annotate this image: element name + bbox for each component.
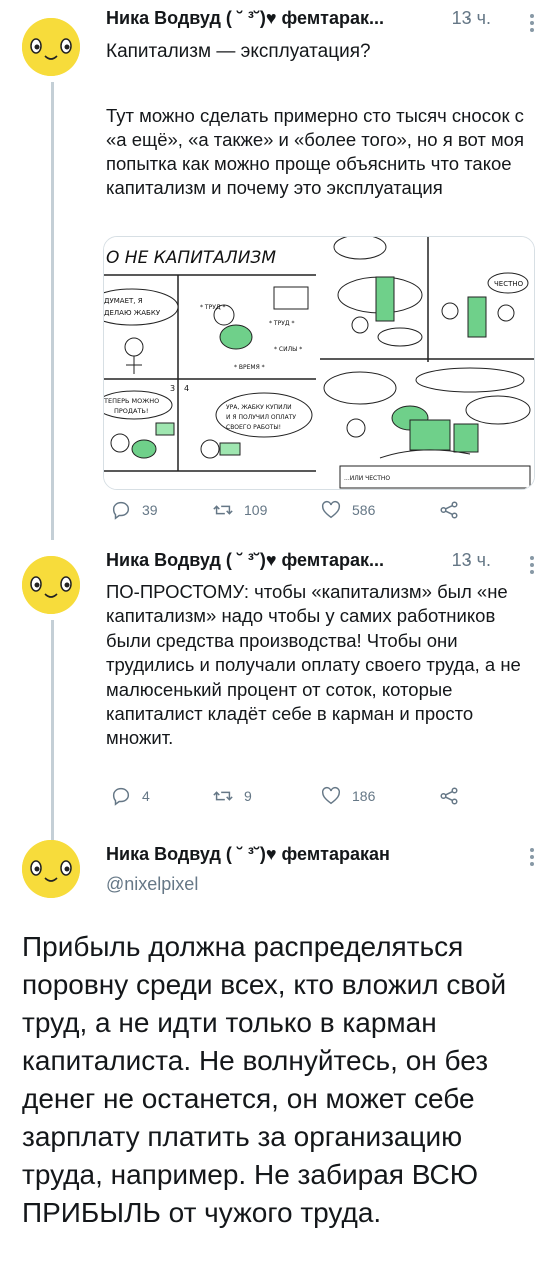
comic-image-left[interactable]: О НЕ КАПИТАЛИЗМ ДУМАЕТ, Я ДЕЛАЮ ЖАБКУ * … bbox=[104, 237, 316, 489]
comic-image-right-bottom[interactable]: ...ИЛИ ЧЕСТНО bbox=[320, 366, 534, 489]
tweet-header: Ника Водвуд ( ˘ ³˘)♥ фемтарак... · 13 ч. bbox=[106, 550, 531, 574]
author-name[interactable]: Ника Водвуд ( ˘ ³˘)♥ фемтарак... bbox=[106, 8, 384, 28]
avatar[interactable] bbox=[22, 840, 80, 898]
heart-icon bbox=[321, 500, 341, 519]
tweet-text-continued: Тут можно сделать примерно сто тысяч сно… bbox=[106, 105, 524, 198]
retweet-button[interactable]: 9 bbox=[212, 784, 252, 808]
author-name[interactable]: Ника Водвуд ( ˘ ³˘)♥ фемтарак... bbox=[106, 550, 384, 570]
like-count: 186 bbox=[352, 788, 376, 804]
more-options-icon[interactable] bbox=[529, 12, 535, 32]
author-name[interactable]: Ника Водвуд ( ˘ ³˘)♥ фемтаракан bbox=[106, 844, 390, 864]
reply-count: 39 bbox=[142, 502, 158, 518]
author-handle[interactable]: @nixelpixel bbox=[106, 874, 198, 895]
svg-text:ТЕПЕРЬ МОЖНО: ТЕПЕРЬ МОЖНО bbox=[104, 397, 159, 405]
reply-button[interactable]: 39 bbox=[110, 498, 158, 522]
comic-image-right-top[interactable]: ЧЕСТНО bbox=[320, 237, 534, 362]
comic-drawing-right-top: ЧЕСТНО bbox=[320, 237, 534, 362]
reply-count: 4 bbox=[142, 788, 150, 804]
svg-text:ПРОДАТЬ!: ПРОДАТЬ! bbox=[114, 407, 148, 415]
like-button[interactable]: 586 bbox=[320, 498, 375, 522]
thread-line bbox=[51, 82, 54, 540]
svg-text:* СИЛЫ *: * СИЛЫ * bbox=[274, 346, 302, 353]
tweet-actions: 4 9 186 bbox=[110, 784, 470, 808]
tweet-1[interactable]: Ника Водвуд ( ˘ ³˘)♥ фемтарак... · 13 ч.… bbox=[0, 0, 551, 540]
avatar[interactable] bbox=[22, 18, 80, 76]
retweet-count: 109 bbox=[244, 502, 268, 518]
svg-text:ДУМАЕТ, Я: ДУМАЕТ, Я bbox=[104, 297, 143, 305]
avatar-face-icon bbox=[22, 556, 80, 614]
timestamp[interactable]: 13 ч. bbox=[452, 550, 491, 571]
like-count: 586 bbox=[352, 502, 376, 518]
reply-icon bbox=[112, 501, 130, 520]
retweet-icon bbox=[213, 505, 233, 515]
avatar-face-icon bbox=[22, 18, 80, 76]
svg-text:СВОЕГО РАБОТЫ!: СВОЕГО РАБОТЫ! bbox=[226, 424, 281, 431]
comic-title: О НЕ КАПИТАЛИЗМ bbox=[106, 248, 276, 268]
tweet-3-focused[interactable]: Ника Водвуд ( ˘ ³˘)♥ фемтаракан @nixelpi… bbox=[0, 826, 551, 1280]
svg-text:И Я ПОЛУЧИЛ ОПЛАТУ: И Я ПОЛУЧИЛ ОПЛАТУ bbox=[226, 414, 296, 421]
more-options-icon[interactable] bbox=[529, 846, 535, 866]
svg-text:* ТРУД *: * ТРУД * bbox=[269, 320, 294, 327]
svg-text:3: 3 bbox=[170, 384, 175, 393]
reply-button[interactable]: 4 bbox=[110, 784, 150, 808]
svg-text:УРА, ЖАБКУ КУПИЛИ: УРА, ЖАБКУ КУПИЛИ bbox=[226, 404, 292, 411]
tweet-text: Прибыль должна распределяться поровну ср… bbox=[22, 931, 507, 1228]
tweet-text: ПО-ПРОСТОМУ: чтобы «капитализм» был «не … bbox=[106, 581, 521, 749]
avatar-face-icon bbox=[22, 840, 80, 898]
svg-text:ДЕЛАЮ ЖАБКУ: ДЕЛАЮ ЖАБКУ bbox=[104, 309, 161, 317]
reply-icon bbox=[112, 787, 130, 806]
share-button[interactable] bbox=[438, 784, 460, 808]
tweet-header: Ника Водвуд ( ˘ ³˘)♥ фемтаракан bbox=[106, 844, 531, 868]
comic-drawing-left: О НЕ КАПИТАЛИЗМ ДУМАЕТ, Я ДЕЛАЮ ЖАБКУ * … bbox=[104, 248, 316, 472]
tweet-2[interactable]: Ника Водвуд ( ˘ ³˘)♥ фемтарак... · 13 ч.… bbox=[0, 540, 551, 844]
more-options-icon[interactable] bbox=[529, 554, 535, 574]
svg-text:4: 4 bbox=[184, 384, 189, 393]
svg-text:...ИЛИ ЧЕСТНО: ...ИЛИ ЧЕСТНО bbox=[344, 475, 390, 482]
thread-line bbox=[51, 620, 54, 844]
comic-drawing-right-bottom: ...ИЛИ ЧЕСТНО bbox=[320, 366, 534, 489]
tweet-text: Капитализм — эксплуатация? bbox=[106, 41, 371, 62]
share-button[interactable] bbox=[438, 498, 460, 522]
heart-icon bbox=[321, 786, 341, 805]
svg-text:* ТРУД *: * ТРУД * bbox=[200, 304, 225, 311]
svg-text:* ВРЕМЯ *: * ВРЕМЯ * bbox=[234, 364, 265, 371]
like-button[interactable]: 186 bbox=[320, 784, 375, 808]
share-icon bbox=[440, 787, 458, 805]
comic-image-grid[interactable]: О НЕ КАПИТАЛИЗМ ДУМАЕТ, Я ДЕЛАЮ ЖАБКУ * … bbox=[103, 236, 535, 490]
timestamp[interactable]: 13 ч. bbox=[452, 8, 491, 29]
avatar[interactable] bbox=[22, 556, 80, 614]
retweet-count: 9 bbox=[244, 788, 252, 804]
tweet-actions: 39 109 586 bbox=[110, 498, 470, 522]
retweet-button[interactable]: 109 bbox=[212, 498, 267, 522]
share-icon bbox=[440, 501, 458, 519]
svg-text:ЧЕСТНО: ЧЕСТНО bbox=[494, 280, 524, 288]
tweet-header: Ника Водвуд ( ˘ ³˘)♥ фемтарак... · 13 ч. bbox=[106, 8, 531, 32]
retweet-icon bbox=[213, 791, 233, 801]
